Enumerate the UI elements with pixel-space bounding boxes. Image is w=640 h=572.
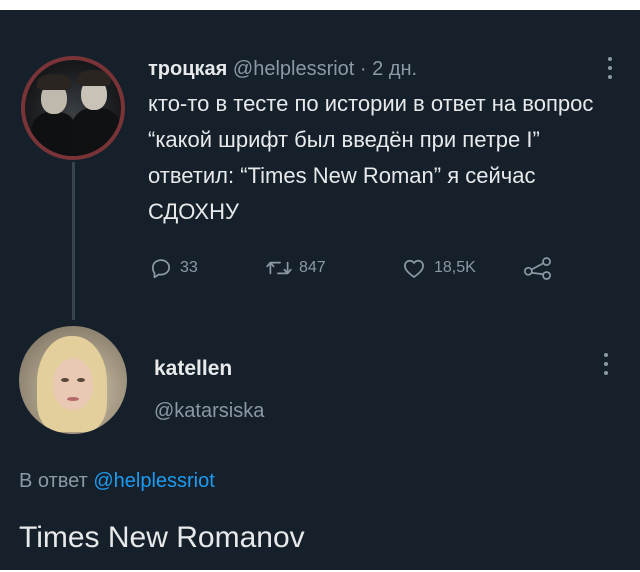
- author-handle[interactable]: @katarsiska: [154, 396, 264, 426]
- like-icon: [400, 255, 428, 281]
- thread-connector-line: [72, 162, 75, 320]
- reply-to-handle-link[interactable]: @helplessriot: [93, 470, 214, 492]
- like-count: 18,5K: [434, 259, 476, 276]
- tweet-timestamp[interactable]: 2 дн.: [372, 58, 417, 80]
- share-button[interactable]: [523, 253, 553, 283]
- tweet-text: Times New Romanov: [19, 521, 305, 554]
- timeline: троцкая @helplessriot · 2 дн. кто-то в т…: [0, 10, 640, 570]
- like-button[interactable]: 18,5K: [400, 253, 476, 283]
- header-separator: ·: [359, 58, 367, 80]
- reply-count: 33: [180, 259, 198, 276]
- reply-context: В ответ @helplessriot: [19, 466, 215, 496]
- reply-icon: [148, 255, 174, 281]
- retweet-button[interactable]: 847: [265, 253, 326, 283]
- avatar-trotskaya[interactable]: [21, 56, 125, 160]
- author-name[interactable]: троцкая: [148, 58, 227, 80]
- share-icon: [523, 255, 553, 281]
- more-icon[interactable]: [607, 57, 613, 79]
- tweet-text: кто-то в тесте по истории в ответ на воп…: [148, 91, 594, 224]
- author-name[interactable]: katellen: [154, 354, 232, 384]
- more-icon[interactable]: [603, 353, 609, 375]
- reply-button[interactable]: 33: [148, 253, 198, 283]
- reply-prefix: В ответ: [19, 470, 88, 492]
- retweet-count: 847: [299, 259, 326, 276]
- author-handle[interactable]: @helplessriot: [233, 58, 354, 80]
- avatar-katellen[interactable]: [19, 326, 127, 434]
- tweet-actions: 33 847 18,5K: [148, 253, 588, 283]
- tweet-header: троцкая @helplessriot · 2 дн.: [148, 54, 417, 84]
- retweet-icon: [265, 255, 293, 281]
